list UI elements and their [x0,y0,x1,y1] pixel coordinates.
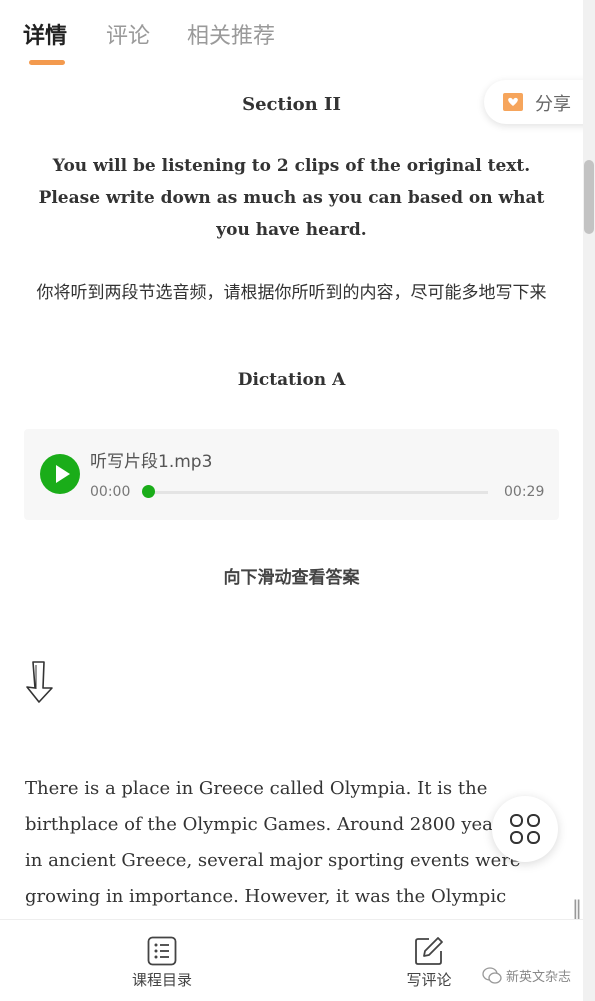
scrollbar-thumb[interactable] [584,160,594,234]
current-time: 00:00 [90,484,131,500]
progress-track[interactable] [148,491,488,494]
catalog-button[interactable]: 课程目录 [117,920,207,990]
scroll-hint: 向下滑动查看答案 [223,568,360,588]
instruction-chinese: 你将听到两段节选音频，请根据你所听到的内容，尽可能多地写下来 [36,283,547,303]
write-comment-button[interactable]: 写评论 [384,920,474,990]
list-icon [147,936,177,966]
wechat-icon [482,967,502,984]
active-tab-indicator [29,60,65,65]
catalog-label: 课程目录 [131,971,192,989]
tab-recommendations[interactable]: 相关推荐 [187,18,275,50]
tab-details[interactable]: 详情 [23,18,67,50]
audio-player: 听写片段1.mp3 00:00 00:29 [24,429,559,520]
instruction-english: You will be listening to 2 clips of the … [38,156,545,240]
watermark-text: 新英文杂志 [506,970,572,985]
section-title: Section II [242,94,341,115]
bottom-bar: 课程目录 写评论 [0,919,583,1001]
watermark: 新英文杂志 [482,964,582,988]
comment-label: 写评论 [406,971,452,989]
audio-file-name: 听写片段1.mp3 [90,452,213,472]
tab-bar: 详情 评论 相关推荐 [0,0,583,70]
menu-fab-button[interactable] [492,796,558,862]
arrow-down-icon [26,661,53,703]
play-button[interactable] [40,454,80,494]
progress-handle[interactable] [141,485,155,498]
article-body: There is a place in Greece called Olympi… [25,778,555,907]
edit-icon [415,937,443,965]
tab-comments[interactable]: 评论 [106,18,150,50]
four-squares-icon [510,814,540,844]
scrollbar-track[interactable] [583,0,595,1001]
dictation-title: Dictation A [237,370,346,390]
total-time: 00:29 [504,484,545,500]
